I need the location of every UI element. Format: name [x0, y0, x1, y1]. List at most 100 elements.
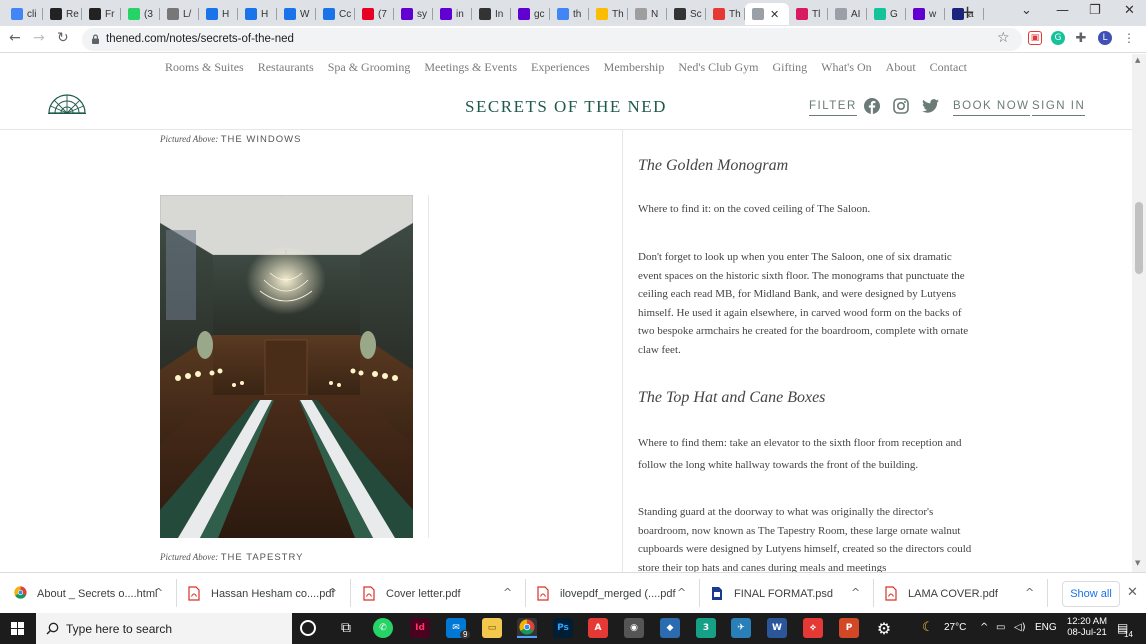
bookmark-star-icon[interactable]: ☆: [997, 30, 1010, 46]
nav-link[interactable]: Gifting: [773, 60, 808, 75]
download-options-chevron-icon[interactable]: ^: [1025, 586, 1034, 599]
word-icon[interactable]: W: [767, 618, 787, 638]
filter-link[interactable]: FILTER: [809, 100, 857, 116]
browser-tab[interactable]: L/: [160, 3, 199, 25]
tab-search-icon[interactable]: ⌄: [1021, 3, 1032, 18]
browser-tab[interactable]: H: [199, 3, 238, 25]
download-item[interactable]: ilovepdf_merged (....pdf: [537, 573, 676, 614]
browser-tab[interactable]: th: [550, 3, 589, 25]
minimize-button[interactable]: —: [1056, 3, 1069, 18]
browser-tab[interactable]: Th: [589, 3, 628, 25]
whatsapp-icon[interactable]: ✆: [373, 618, 393, 638]
app-icon[interactable]: ✈: [731, 618, 751, 638]
facebook-icon[interactable]: [864, 98, 880, 114]
extensions-puzzle-icon[interactable]: ✚: [1074, 31, 1088, 46]
acrobat-icon[interactable]: A: [588, 618, 608, 638]
browser-tab[interactable]: Tl: [789, 3, 828, 25]
browser-tab[interactable]: in: [433, 3, 472, 25]
acrobat-reader-icon[interactable]: ⟡: [803, 618, 823, 638]
nav-link[interactable]: Contact: [930, 60, 967, 75]
volume-icon[interactable]: ◁): [1014, 622, 1026, 633]
page-scrollbar[interactable]: ▲ ▼: [1132, 54, 1146, 572]
nav-link[interactable]: About: [886, 60, 916, 75]
photoshop-icon[interactable]: Ps: [553, 618, 573, 638]
app-icon[interactable]: ◆: [660, 618, 680, 638]
browser-tab[interactable]: Re: [43, 3, 82, 25]
browser-tab[interactable]: In: [472, 3, 511, 25]
nav-link[interactable]: Ned's Club Gym: [678, 60, 758, 75]
browser-tab[interactable]: Th: [706, 3, 745, 25]
browser-tab[interactable]: sy: [394, 3, 433, 25]
close-window-button[interactable]: ✕: [1124, 3, 1135, 18]
browser-tab[interactable]: AI: [828, 3, 867, 25]
new-tab-button[interactable]: +: [960, 2, 975, 23]
reload-button[interactable]: ↻: [57, 30, 69, 46]
browser-tab[interactable]: ✕: [745, 3, 789, 25]
chrome-taskbar-icon[interactable]: [517, 618, 537, 638]
windows-start-button[interactable]: [11, 622, 24, 635]
download-item[interactable]: Hassan Hesham co....pdf: [188, 573, 335, 614]
browser-tab[interactable]: cli: [4, 3, 43, 25]
menu-kebab-icon[interactable]: ⋮: [1122, 31, 1136, 45]
grammarly-icon[interactable]: G: [1051, 31, 1065, 45]
twitter-icon[interactable]: [922, 99, 939, 113]
indesign-icon[interactable]: Id: [410, 618, 430, 638]
browser-tab[interactable]: (3: [121, 3, 160, 25]
download-options-chevron-icon[interactable]: ^: [154, 586, 163, 599]
language-indicator[interactable]: ENG: [1035, 622, 1057, 633]
weather-moon-icon[interactable]: ☾: [922, 620, 934, 635]
browser-tab[interactable]: (7: [355, 3, 394, 25]
browser-tab[interactable]: Fr: [82, 3, 121, 25]
close-tab-icon[interactable]: ✕: [770, 8, 779, 21]
nav-link[interactable]: Experiences: [531, 60, 590, 75]
scroll-thumb[interactable]: [1135, 202, 1143, 274]
nav-link[interactable]: Spa & Grooming: [328, 60, 411, 75]
download-item[interactable]: LAMA COVER.pdf: [885, 573, 998, 614]
task-view-icon[interactable]: ⧉: [336, 618, 356, 638]
nav-link[interactable]: Restaurants: [258, 60, 314, 75]
nav-link[interactable]: Meetings & Events: [424, 60, 517, 75]
close-downloads-button[interactable]: ✕: [1127, 585, 1138, 600]
camera-icon[interactable]: ◉: [624, 618, 644, 638]
download-options-chevron-icon[interactable]: ^: [503, 586, 512, 599]
weather-temp[interactable]: 27°C: [944, 622, 966, 633]
browser-tab[interactable]: Sc: [667, 3, 706, 25]
tray-chevron-icon[interactable]: ^: [980, 622, 988, 633]
download-item[interactable]: FINAL FORMAT.psd: [711, 573, 833, 614]
nav-link[interactable]: Rooms & Suites: [165, 60, 244, 75]
instagram-icon[interactable]: [893, 98, 909, 114]
clock[interactable]: 12:20 AM 08-Jul-21: [1064, 616, 1110, 638]
nav-link[interactable]: What's On: [821, 60, 871, 75]
download-item[interactable]: About _ Secrets o....html: [14, 573, 157, 614]
scroll-down-icon[interactable]: ▼: [1135, 559, 1140, 567]
scroll-up-icon[interactable]: ▲: [1135, 56, 1140, 64]
cortana-icon[interactable]: [300, 620, 316, 636]
calculator-icon[interactable]: 3: [696, 618, 716, 638]
forward-button[interactable]: →: [33, 30, 45, 46]
download-options-chevron-icon[interactable]: ^: [328, 586, 337, 599]
download-options-chevron-icon[interactable]: ^: [851, 586, 860, 599]
profile-avatar[interactable]: L: [1098, 31, 1112, 45]
address-bar[interactable]: thened.com/notes/secrets-of-the-ned ☆: [82, 28, 1022, 51]
book-now-link[interactable]: BOOK NOW: [953, 100, 1030, 116]
back-button[interactable]: ←: [9, 30, 21, 46]
download-item[interactable]: Cover letter.pdf: [363, 573, 461, 614]
powerpoint-icon[interactable]: P: [839, 618, 859, 638]
download-options-chevron-icon[interactable]: ^: [677, 586, 686, 599]
extension-icon[interactable]: ▣: [1028, 31, 1042, 45]
nav-link[interactable]: Membership: [604, 60, 665, 75]
show-all-button[interactable]: Show all: [1062, 581, 1120, 607]
browser-tab[interactable]: gc: [511, 3, 550, 25]
browser-tab[interactable]: W: [277, 3, 316, 25]
sign-in-link[interactable]: SIGN IN: [1032, 100, 1086, 116]
settings-gear-icon[interactable]: ⚙: [874, 618, 894, 638]
taskbar-search[interactable]: Type here to search: [36, 613, 292, 644]
maximize-button[interactable]: ❐: [1089, 3, 1101, 18]
battery-icon[interactable]: ▭: [996, 622, 1005, 633]
file-explorer-icon[interactable]: ▭: [482, 618, 502, 638]
browser-tab[interactable]: H: [238, 3, 277, 25]
browser-tab[interactable]: N: [628, 3, 667, 25]
browser-tab[interactable]: G: [867, 3, 906, 25]
browser-tab[interactable]: Cc: [316, 3, 355, 25]
browser-tab[interactable]: w: [906, 3, 945, 25]
